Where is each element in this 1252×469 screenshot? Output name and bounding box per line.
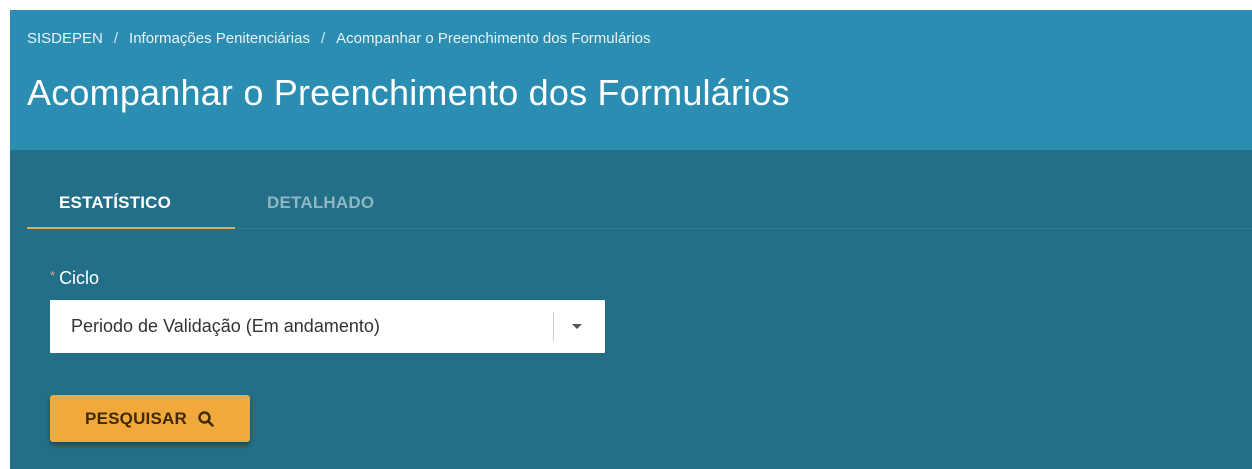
ciclo-select[interactable]: Periodo de Validação (Em andamento) bbox=[50, 300, 605, 353]
breadcrumb-item-sisdepen[interactable]: SISDEPEN bbox=[27, 30, 103, 47]
caret-down-icon[interactable] bbox=[572, 324, 582, 329]
breadcrumb-separator: / bbox=[320, 30, 326, 47]
ciclo-label: * Ciclo bbox=[50, 268, 99, 289]
breadcrumb-item-informacoes-penitenciarias[interactable]: Informações Penitenciárias bbox=[129, 30, 310, 47]
select-divider bbox=[553, 312, 554, 341]
search-icon bbox=[197, 410, 215, 428]
breadcrumb-separator: / bbox=[113, 30, 119, 47]
required-marker: * bbox=[50, 268, 56, 283]
tab-detalhado[interactable]: DETALHADO bbox=[267, 188, 374, 227]
breadcrumb-item-current: Acompanhar o Preenchimento dos Formulári… bbox=[336, 30, 651, 47]
tab-estatistico[interactable]: ESTATÍSTICO bbox=[27, 188, 235, 229]
search-button[interactable]: PESQUISAR bbox=[50, 395, 250, 442]
search-button-label: PESQUISAR bbox=[85, 408, 187, 428]
app-container: SISDEPEN / Informações Penitenciárias / … bbox=[10, 10, 1252, 469]
breadcrumb: SISDEPEN / Informações Penitenciárias / … bbox=[27, 30, 650, 47]
ciclo-label-text: Ciclo bbox=[59, 268, 100, 288]
ciclo-selected-value: Periodo de Validação (Em andamento) bbox=[71, 316, 380, 336]
tab-bar: ESTATÍSTICO DETALHADO bbox=[27, 188, 1252, 229]
page-header: SISDEPEN / Informações Penitenciárias / … bbox=[10, 10, 1252, 150]
page-title: Acompanhar o Preenchimento dos Formulári… bbox=[27, 72, 790, 113]
